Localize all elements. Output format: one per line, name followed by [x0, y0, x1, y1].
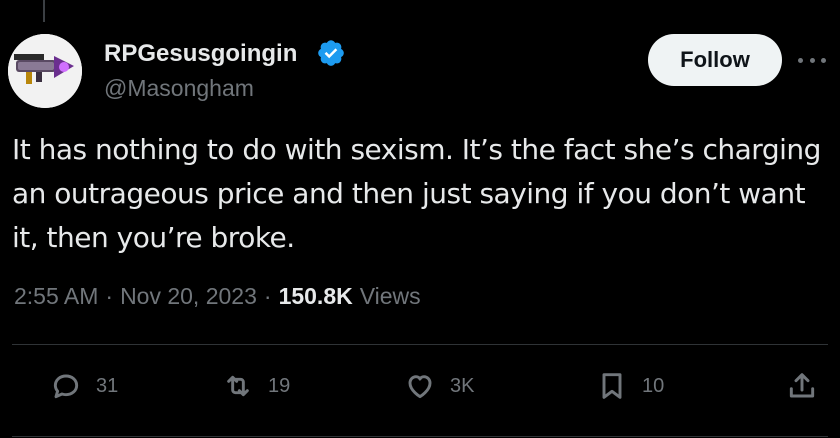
- reply-count: 31: [96, 374, 119, 397]
- share-icon: [789, 373, 815, 398]
- views-count: 150.8K: [278, 283, 353, 309]
- divider: [12, 436, 828, 437]
- display-name[interactable]: RPGesusgoingin: [104, 40, 297, 68]
- bookmark-button[interactable]: 10: [596, 370, 664, 402]
- follow-button[interactable]: Follow: [648, 34, 782, 86]
- divider: [12, 344, 828, 345]
- avatar-image-icon: [8, 34, 82, 108]
- separator-dot: ·: [105, 283, 114, 309]
- reply-button[interactable]: 31: [50, 370, 118, 402]
- like-button[interactable]: 3K: [404, 370, 474, 402]
- bookmark-count: 10: [642, 374, 665, 397]
- share-button[interactable]: [786, 370, 818, 402]
- tweet-date[interactable]: Nov 20, 2023: [120, 283, 257, 310]
- retweet-button[interactable]: 19: [222, 370, 290, 402]
- verified-badge-icon: [318, 40, 344, 66]
- like-count: 3K: [450, 374, 475, 397]
- avatar[interactable]: [8, 34, 82, 108]
- heart-icon: [408, 375, 432, 399]
- retweet-icon: [227, 375, 249, 397]
- user-handle[interactable]: @Masongham: [104, 74, 254, 102]
- views-label: Views: [359, 283, 421, 309]
- more-dots-icon: [798, 57, 803, 63]
- retweet-count: 19: [268, 374, 291, 397]
- tweet-text: It has nothing to do with sexism. It’s t…: [12, 133, 821, 254]
- reply-icon: [53, 374, 79, 399]
- more-options-button[interactable]: [794, 48, 830, 72]
- thread-connector-line: [43, 0, 45, 22]
- tweet-metadata: 2:55 AM · Nov 20, 2023 · 150.8K Views: [14, 283, 421, 310]
- bookmark-icon: [602, 373, 622, 399]
- separator-dot: ·: [263, 283, 272, 309]
- tweet-time[interactable]: 2:55 AM: [14, 283, 98, 310]
